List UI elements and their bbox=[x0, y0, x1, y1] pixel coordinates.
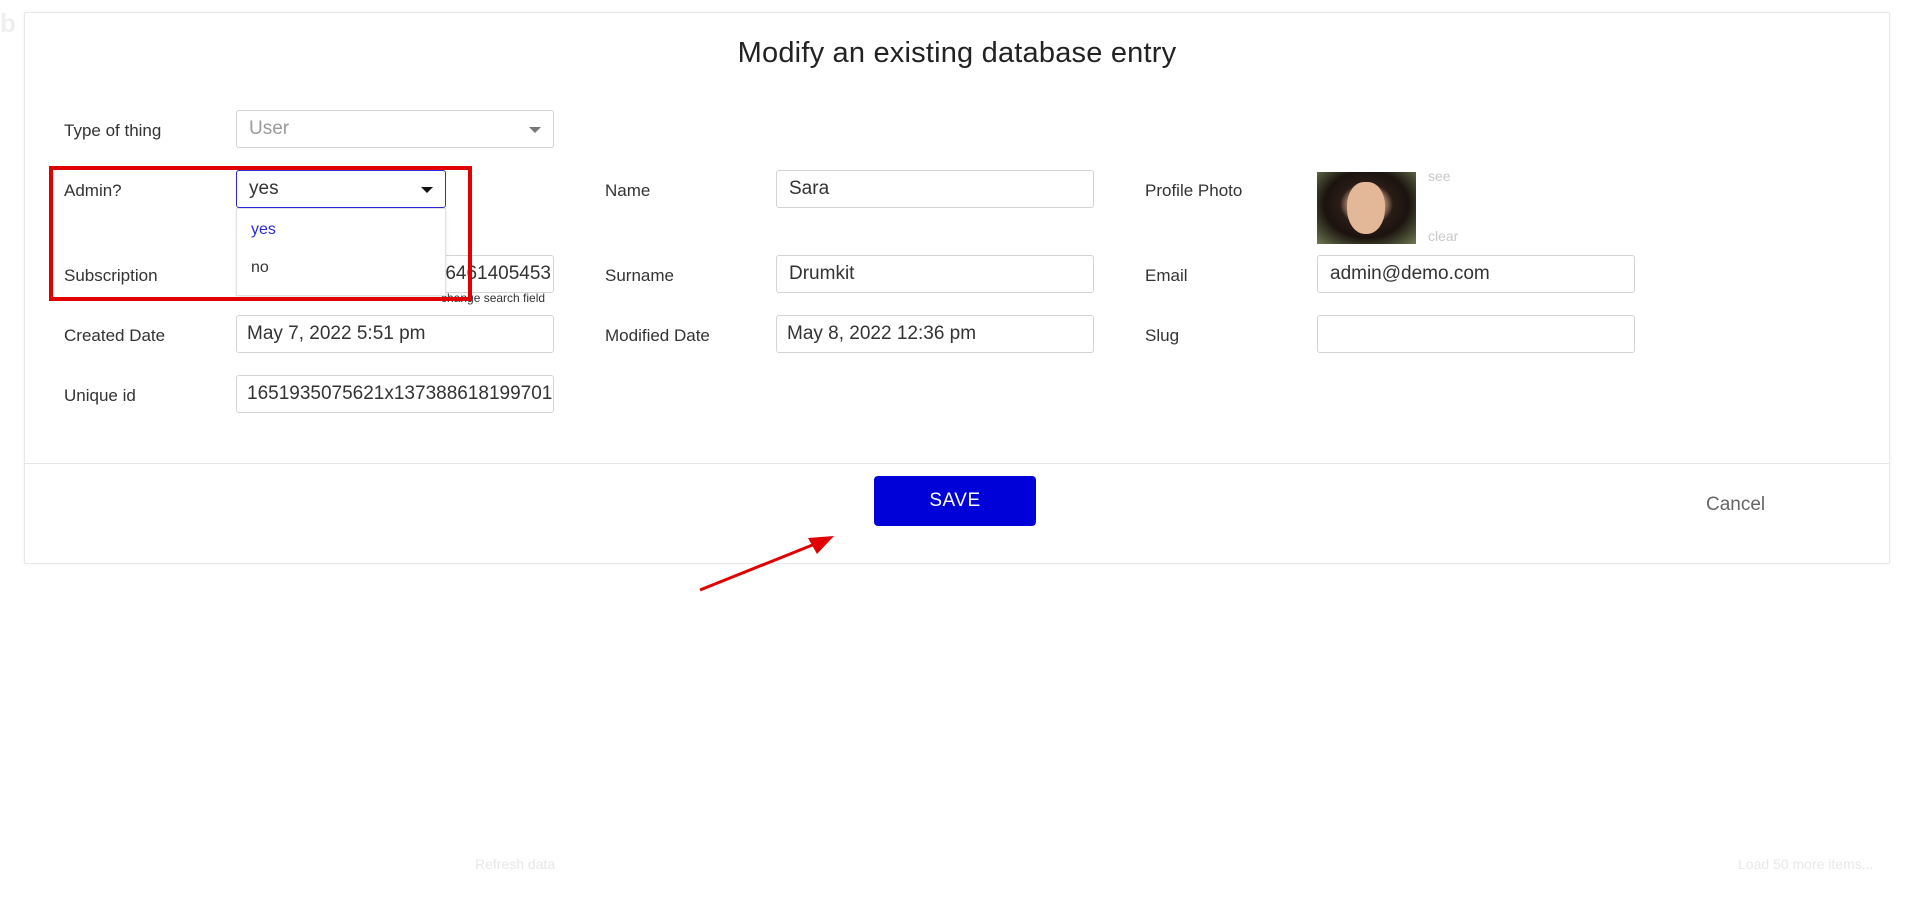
modal-title: Modify an existing database entry bbox=[737, 37, 1177, 69]
footer-divider bbox=[25, 463, 1889, 464]
unique-id-label: Unique id bbox=[64, 386, 136, 405]
created-date-value: May 7, 2022 5:51 pm bbox=[247, 323, 426, 344]
email-value: admin@demo.com bbox=[1330, 263, 1490, 284]
surname-value: Drumkit bbox=[789, 263, 855, 284]
name-input[interactable]: Sara bbox=[776, 170, 1094, 208]
slug-input[interactable] bbox=[1317, 315, 1635, 353]
profile-photo-label: Profile Photo bbox=[1145, 181, 1243, 200]
name-value: Sara bbox=[789, 178, 830, 199]
type-of-thing-dropdown: User bbox=[236, 110, 554, 148]
profile-photo-image bbox=[1317, 172, 1416, 244]
modified-date-value: May 8, 2022 12:36 pm bbox=[787, 323, 977, 344]
email-input[interactable]: admin@demo.com bbox=[1317, 255, 1635, 293]
surname-input[interactable]: Drumkit bbox=[776, 255, 1094, 293]
created-date-field[interactable]: May 7, 2022 5:51 pm bbox=[236, 315, 554, 353]
created-date-label: Created Date bbox=[64, 326, 166, 345]
unique-id-value: 1651935075621x1373886181997012 bbox=[247, 383, 554, 404]
clear-photo-link[interactable]: clear bbox=[1428, 228, 1458, 244]
arrow-annotation-icon bbox=[699, 536, 834, 592]
modified-date-field[interactable]: May 8, 2022 12:36 pm bbox=[776, 315, 1094, 353]
type-of-thing-label: Type of thing bbox=[64, 121, 162, 140]
slug-label: Slug bbox=[1145, 326, 1180, 345]
highlight-annotation-box bbox=[49, 166, 472, 301]
face-shape bbox=[1347, 182, 1385, 234]
chevron-down-icon bbox=[529, 127, 541, 133]
unique-id-field[interactable]: 1651935075621x1373886181997012 bbox=[236, 375, 554, 413]
refresh-data-link[interactable]: Refresh data bbox=[475, 856, 555, 872]
modified-date-label: Modified Date bbox=[605, 326, 710, 345]
type-of-thing-value: User bbox=[249, 118, 290, 139]
name-label: Name bbox=[605, 181, 651, 200]
surname-label: Surname bbox=[605, 266, 674, 285]
see-photo-link[interactable]: see bbox=[1428, 168, 1451, 184]
app-logo: b bbox=[0, 8, 16, 38]
save-button[interactable]: SAVE bbox=[874, 476, 1036, 526]
email-label: Email bbox=[1145, 266, 1188, 285]
load-more-link[interactable]: Load 50 more items... bbox=[1738, 856, 1873, 872]
cancel-button[interactable]: Cancel bbox=[1706, 494, 1765, 516]
